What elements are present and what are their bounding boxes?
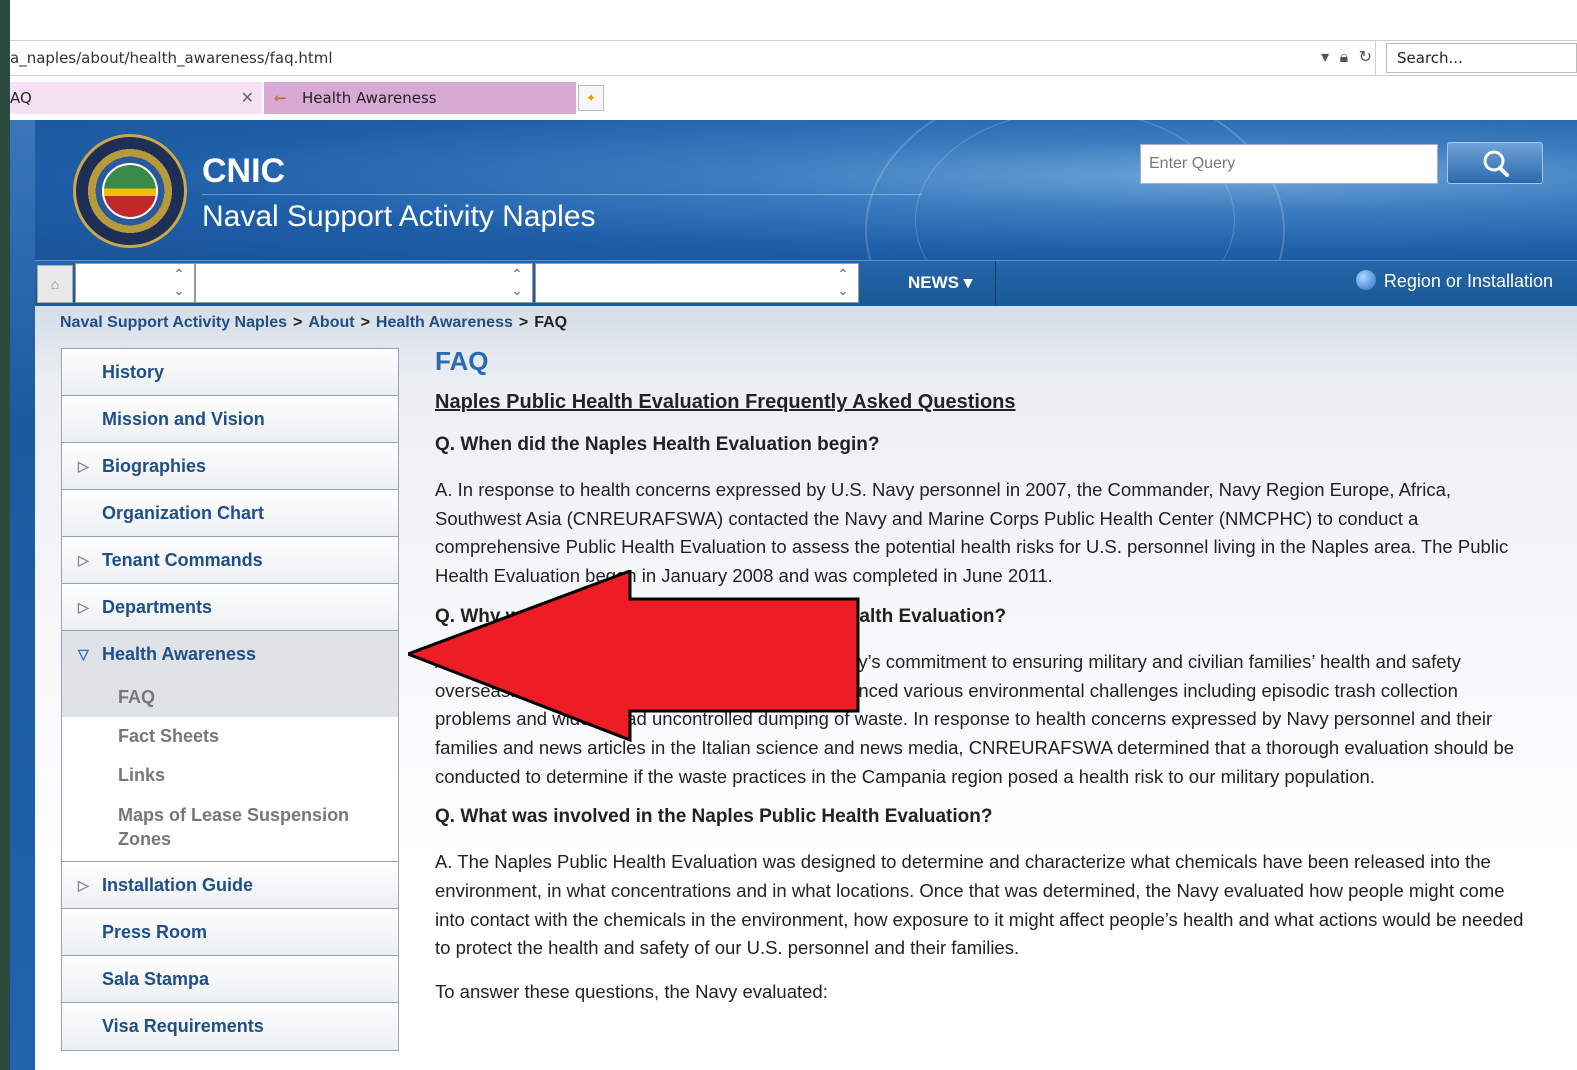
search-button[interactable] <box>1447 142 1543 184</box>
divider <box>202 194 922 195</box>
nsa-naples-seal-logo[interactable] <box>73 134 187 248</box>
section-heading: Naples Public Health Evaluation Frequent… <box>435 391 1016 413</box>
close-tab-icon[interactable]: ✕ <box>241 82 254 114</box>
tab-faq[interactable]: AQ ✕ <box>10 82 262 114</box>
expand-triangle-icon[interactable]: ▷ <box>78 584 89 630</box>
globe-icon <box>1355 270 1376 290</box>
breadcrumb: Naval Support Activity Naples > About > Heal… <box>60 314 568 331</box>
sidebar-item-mission-and-vision[interactable]: Mission and Vision <box>62 396 398 443</box>
breadcrumb-current: FAQ <box>534 314 568 331</box>
red-arrow-annotation <box>408 570 860 743</box>
breadcrumb-link[interactable]: About <box>308 314 354 331</box>
expand-triangle-icon[interactable]: ▷ <box>78 862 89 908</box>
sidebar-submenu: FAQ Fact Sheets Links Maps of Lease Susp… <box>62 678 398 862</box>
tab-bar: AQ ✕ ⇽ Health Awareness ✦ <box>10 80 1577 116</box>
site-subtitle[interactable]: Naval Support Activity Naples <box>202 200 596 234</box>
page-title: FAQ <box>435 346 489 376</box>
tab-label: Health Awareness <box>302 89 437 107</box>
updown-icon: ⌃ ⌄ <box>837 266 849 298</box>
sidebar-item-departments[interactable]: ▷ Departments <box>62 584 398 631</box>
lock-icon: 🔒︎ <box>1339 49 1349 66</box>
sidebar-item-organization-chart[interactable]: Organization Chart <box>62 490 398 537</box>
sidebar-item-history[interactable]: History <box>62 349 398 396</box>
question-3: Q. What was involved in the Naples Publi… <box>435 806 993 828</box>
tab-label: AQ <box>10 89 32 107</box>
globe-graphic <box>915 120 1235 260</box>
news-menu[interactable]: NEWS ▾ <box>884 261 996 305</box>
answer-3: A. The Naples Public Health Evaluation w… <box>435 851 1524 959</box>
updown-icon: ⌃ ⌄ <box>511 266 523 298</box>
search-input[interactable]: Enter Query <box>1140 144 1438 184</box>
sidebar-item-installation-guide[interactable]: ▷ Installation Guide <box>62 862 398 909</box>
favicon-icon: ⇽ <box>274 89 287 107</box>
address-bar-row: a_naples/about/health_awareness/faq.html… <box>10 40 1577 76</box>
sidebar-subitem-maps[interactable]: Maps of Lease Suspension Zones <box>62 795 398 859</box>
region-selector[interactable]: Region or Installation <box>1355 261 1553 305</box>
search-icon <box>1483 150 1509 177</box>
updown-icon: ⌃ ⌄ <box>173 266 185 298</box>
expand-triangle-icon[interactable]: ▷ <box>78 443 89 489</box>
address-bar[interactable]: a_naples/about/health_awareness/faq.html <box>10 41 1376 75</box>
paragraph: To answer these questions, the Navy eval… <box>435 981 828 1003</box>
sidebar-subitem-faq[interactable]: FAQ <box>62 678 398 717</box>
nav-select-1[interactable]: ⌃ ⌄ <box>75 263 195 303</box>
dropdown-icon[interactable]: ▾ <box>1321 49 1329 66</box>
sidebar-nav: History Mission and Vision ▷ Biographies … <box>61 348 399 1051</box>
tab-health-awareness[interactable]: ⇽ Health Awareness <box>264 82 576 114</box>
nav-select-2[interactable]: ⌃ ⌄ <box>195 263 533 303</box>
refresh-icon[interactable]: ↻ <box>1359 49 1372 66</box>
browser-chrome: a_naples/about/health_awareness/faq.html… <box>10 0 1577 120</box>
breadcrumb-link[interactable]: Health Awareness <box>376 314 513 331</box>
sidebar-subitem-links[interactable]: Links <box>62 756 398 795</box>
breadcrumb-link[interactable]: Naval Support Activity Naples <box>60 314 287 331</box>
new-tab-icon[interactable]: ✦ <box>578 85 604 111</box>
sidebar-item-health-awareness[interactable]: ▽ Health Awareness <box>62 631 398 678</box>
seal-shield <box>102 163 158 219</box>
region-label: Region or Installation <box>1383 271 1553 291</box>
sidebar-item-biographies[interactable]: ▷ Biographies <box>62 443 398 490</box>
sidebar-item-visa-requirements[interactable]: Visa Requirements <box>62 1003 398 1050</box>
site-title[interactable]: CNIC <box>202 152 285 191</box>
sidebar-subitem-fact-sheets[interactable]: Fact Sheets <box>62 717 398 756</box>
question-1: Q. When did the Naples Health Evaluation… <box>435 434 880 455</box>
sidebar-item-press-room[interactable]: Press Room <box>62 909 398 956</box>
browser-search-input[interactable]: Search... <box>1386 43 1577 73</box>
site-header: CNIC Naval Support Activity Naples Enter… <box>35 120 1577 260</box>
sidebar-item-sala-stampa[interactable]: Sala Stampa <box>62 956 398 1003</box>
sidebar-item-tenant-commands[interactable]: ▷ Tenant Commands <box>62 537 398 584</box>
collapse-triangle-icon[interactable]: ▽ <box>78 631 89 677</box>
main-nav: ⌂ ⌃ ⌄ ⌃ ⌄ ⌃ ⌄ NEWS ▾ Region or Installation <box>35 260 1577 306</box>
expand-triangle-icon[interactable]: ▷ <box>78 537 89 583</box>
home-icon[interactable]: ⌂ <box>37 265 73 303</box>
nav-select-3[interactable]: ⌃ ⌄ <box>535 263 859 303</box>
